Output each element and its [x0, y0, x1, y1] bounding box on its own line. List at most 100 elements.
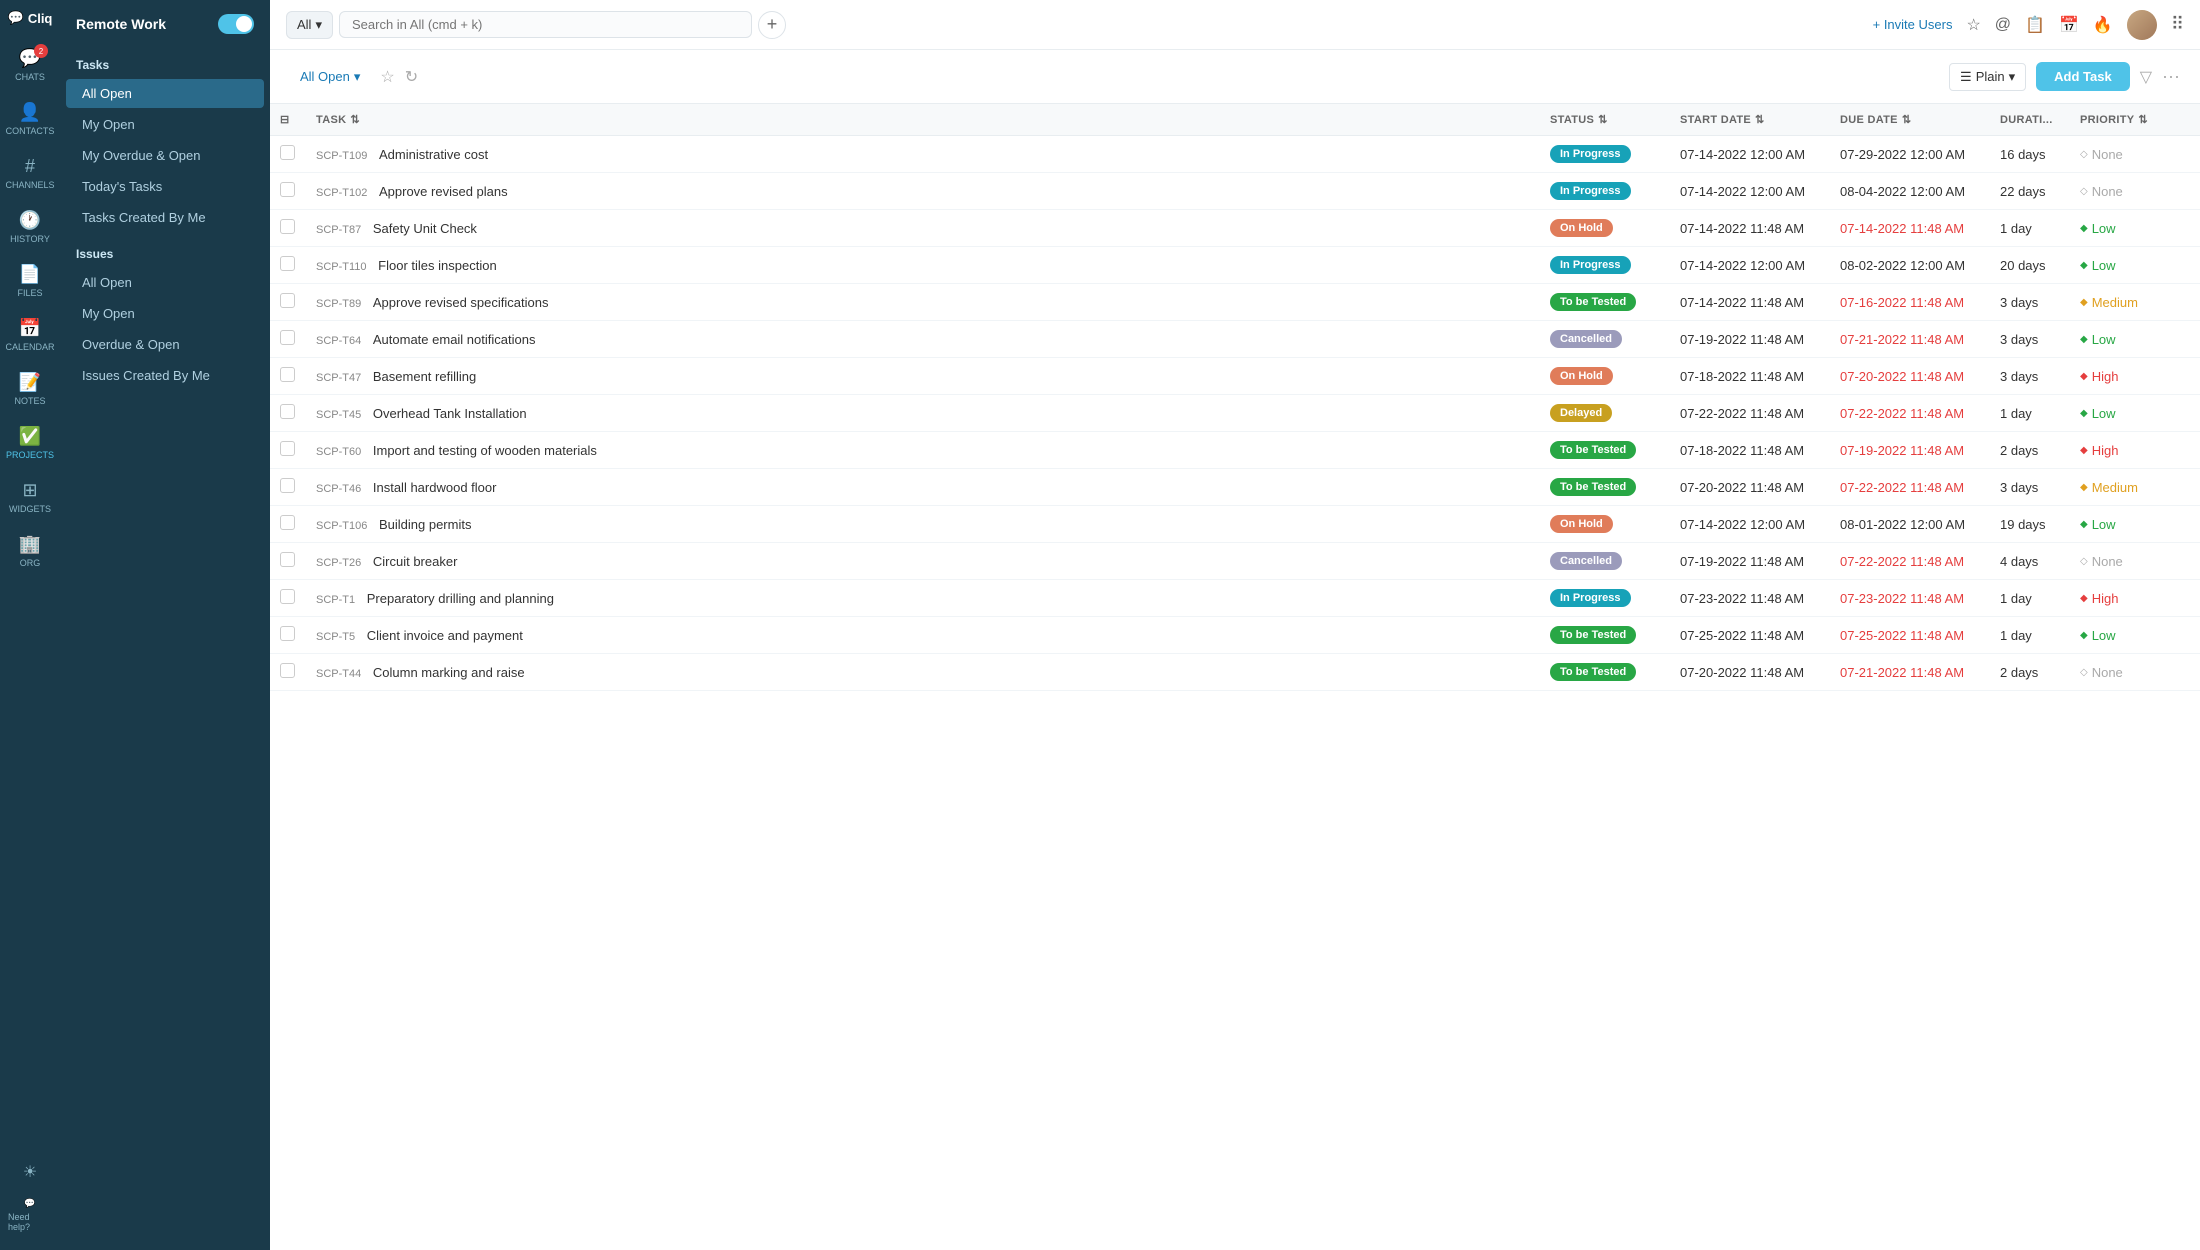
row-checkbox[interactable]	[280, 404, 295, 419]
star-icon[interactable]: ☆	[1966, 15, 1980, 35]
invite-users-link[interactable]: + Invite Users	[1873, 17, 1953, 32]
task-name[interactable]: Automate email notifications	[373, 332, 536, 347]
row-checkbox[interactable]	[280, 663, 295, 678]
sidebar-item-org[interactable]: 🏢 ORG	[4, 526, 56, 576]
status-badge[interactable]: On Hold	[1550, 219, 1613, 237]
refresh-button[interactable]: ↻	[405, 67, 418, 87]
sidebar-item-my-overdue[interactable]: My Overdue & Open	[66, 141, 264, 170]
plain-view-button[interactable]: ☰ Plain ▾	[1949, 63, 2026, 91]
sidebar-item-todays-tasks[interactable]: Today's Tasks	[66, 172, 264, 201]
sidebar-item-channels[interactable]: # CHANNELS	[4, 148, 56, 198]
status-badge[interactable]: On Hold	[1550, 367, 1613, 385]
sidebar-item-issues-all-open[interactable]: All Open	[66, 268, 264, 297]
task-id: SCP-T47	[316, 372, 361, 384]
workspace-toggle[interactable]	[218, 14, 254, 34]
task-name[interactable]: Approve revised specifications	[373, 295, 549, 310]
row-checkbox[interactable]	[280, 441, 295, 456]
sidebar-item-chats[interactable]: 💬 CHATS 2	[4, 40, 56, 90]
status-badge[interactable]: Cancelled	[1550, 552, 1622, 570]
task-name[interactable]: Administrative cost	[379, 147, 488, 162]
search-scope-selector[interactable]: All ▾	[286, 11, 333, 39]
status-badge[interactable]: To be Tested	[1550, 293, 1636, 311]
task-name[interactable]: Overhead Tank Installation	[373, 406, 527, 421]
calendar-top-icon[interactable]: 📅	[2059, 15, 2079, 35]
row-checkbox[interactable]	[280, 145, 295, 160]
task-name[interactable]: Basement refilling	[373, 369, 476, 384]
sidebar-item-tasks-created-by-me[interactable]: Tasks Created By Me	[66, 203, 264, 232]
row-checkbox[interactable]	[280, 515, 295, 530]
th-status[interactable]: STATUS ⇅	[1540, 104, 1670, 136]
row-checkbox[interactable]	[280, 552, 295, 567]
favorite-button[interactable]: ☆	[380, 67, 394, 87]
task-name[interactable]: Approve revised plans	[379, 184, 508, 199]
th-start-date[interactable]: START DATE ⇅	[1670, 104, 1830, 136]
status-badge[interactable]: In Progress	[1550, 182, 1631, 200]
row-checkbox[interactable]	[280, 589, 295, 604]
sidebar-item-contacts[interactable]: 👤 CONTACTS	[4, 94, 56, 144]
select-all-icon[interactable]: ⊟	[280, 114, 290, 126]
task-name[interactable]: Preparatory drilling and planning	[367, 591, 554, 606]
sidebar-item-projects[interactable]: ✅ PROJECTS	[4, 418, 56, 468]
task-name[interactable]: Column marking and raise	[373, 665, 525, 680]
help-button[interactable]: 💬 Need help?	[4, 1190, 56, 1240]
task-name[interactable]: Import and testing of wooden materials	[373, 443, 597, 458]
search-add-button[interactable]: +	[758, 11, 786, 39]
row-checkbox[interactable]	[280, 293, 295, 308]
add-task-button[interactable]: Add Task	[2036, 62, 2130, 91]
sidebar-item-widgets[interactable]: ⊞ WIDGETS	[4, 472, 56, 522]
status-badge[interactable]: To be Tested	[1550, 626, 1636, 644]
task-id: SCP-T5	[316, 631, 355, 643]
task-name[interactable]: Safety Unit Check	[373, 221, 477, 236]
more-options-button[interactable]: ···	[2162, 66, 2180, 87]
status-badge[interactable]: Delayed	[1550, 404, 1612, 422]
sidebar-item-issues-created-by-me[interactable]: Issues Created By Me	[66, 361, 264, 390]
mention-icon[interactable]: @	[1995, 16, 2011, 34]
task-name[interactable]: Install hardwood floor	[373, 480, 497, 495]
th-duration[interactable]: DURATI...	[1990, 104, 2070, 136]
task-name[interactable]: Floor tiles inspection	[378, 258, 497, 273]
theme-toggle[interactable]: ☀	[23, 1162, 37, 1182]
grid-icon[interactable]: ⠿	[2171, 14, 2184, 35]
status-badge[interactable]: On Hold	[1550, 515, 1613, 533]
sidebar-item-history[interactable]: 🕐 HISTORY	[4, 202, 56, 252]
status-badge[interactable]: In Progress	[1550, 589, 1631, 607]
task-status-cell: To be Tested	[1540, 469, 1670, 506]
row-checkbox[interactable]	[280, 182, 295, 197]
row-checkbox[interactable]	[280, 626, 295, 641]
filter-icon-button[interactable]: ▽	[2140, 67, 2152, 87]
priority-icon: ◆	[2080, 371, 2088, 382]
status-badge[interactable]: To be Tested	[1550, 441, 1636, 459]
sidebar-item-all-open[interactable]: All Open	[66, 79, 264, 108]
sidebar-item-files[interactable]: 📄 FILES	[4, 256, 56, 306]
search-input[interactable]	[339, 11, 752, 38]
sidebar-item-notes[interactable]: 📝 NOTES	[4, 364, 56, 414]
status-badge[interactable]: In Progress	[1550, 145, 1631, 163]
row-checkbox[interactable]	[280, 219, 295, 234]
status-badge[interactable]: In Progress	[1550, 256, 1631, 274]
sidebar-item-issues-overdue[interactable]: Overdue & Open	[66, 330, 264, 359]
task-more-cell	[2170, 247, 2200, 284]
task-name[interactable]: Client invoice and payment	[367, 628, 523, 643]
row-checkbox[interactable]	[280, 367, 295, 382]
document-icon[interactable]: 📋	[2025, 15, 2045, 35]
status-badge[interactable]: To be Tested	[1550, 663, 1636, 681]
status-badge[interactable]: Cancelled	[1550, 330, 1622, 348]
flame-icon[interactable]: 🔥	[2093, 15, 2113, 35]
task-duration: 3 days	[1990, 321, 2070, 358]
task-name[interactable]: Circuit breaker	[373, 554, 458, 569]
task-more-cell	[2170, 358, 2200, 395]
sidebar-item-calendar[interactable]: 📅 CALENDAR	[4, 310, 56, 360]
avatar[interactable]	[2127, 10, 2157, 40]
filter-all-open-button[interactable]: All Open ▾	[290, 64, 370, 90]
th-priority[interactable]: PRIORITY ⇅	[2070, 104, 2170, 136]
th-due-date[interactable]: DUE DATE ⇅	[1830, 104, 1990, 136]
status-badge[interactable]: To be Tested	[1550, 478, 1636, 496]
row-checkbox[interactable]	[280, 256, 295, 271]
task-name[interactable]: Building permits	[379, 517, 472, 532]
row-checkbox[interactable]	[280, 478, 295, 493]
th-task[interactable]: TASK ⇅	[306, 104, 1540, 136]
sidebar-item-issues-my-open[interactable]: My Open	[66, 299, 264, 328]
priority-label: None	[2092, 554, 2123, 569]
sidebar-item-my-open[interactable]: My Open	[66, 110, 264, 139]
row-checkbox[interactable]	[280, 330, 295, 345]
